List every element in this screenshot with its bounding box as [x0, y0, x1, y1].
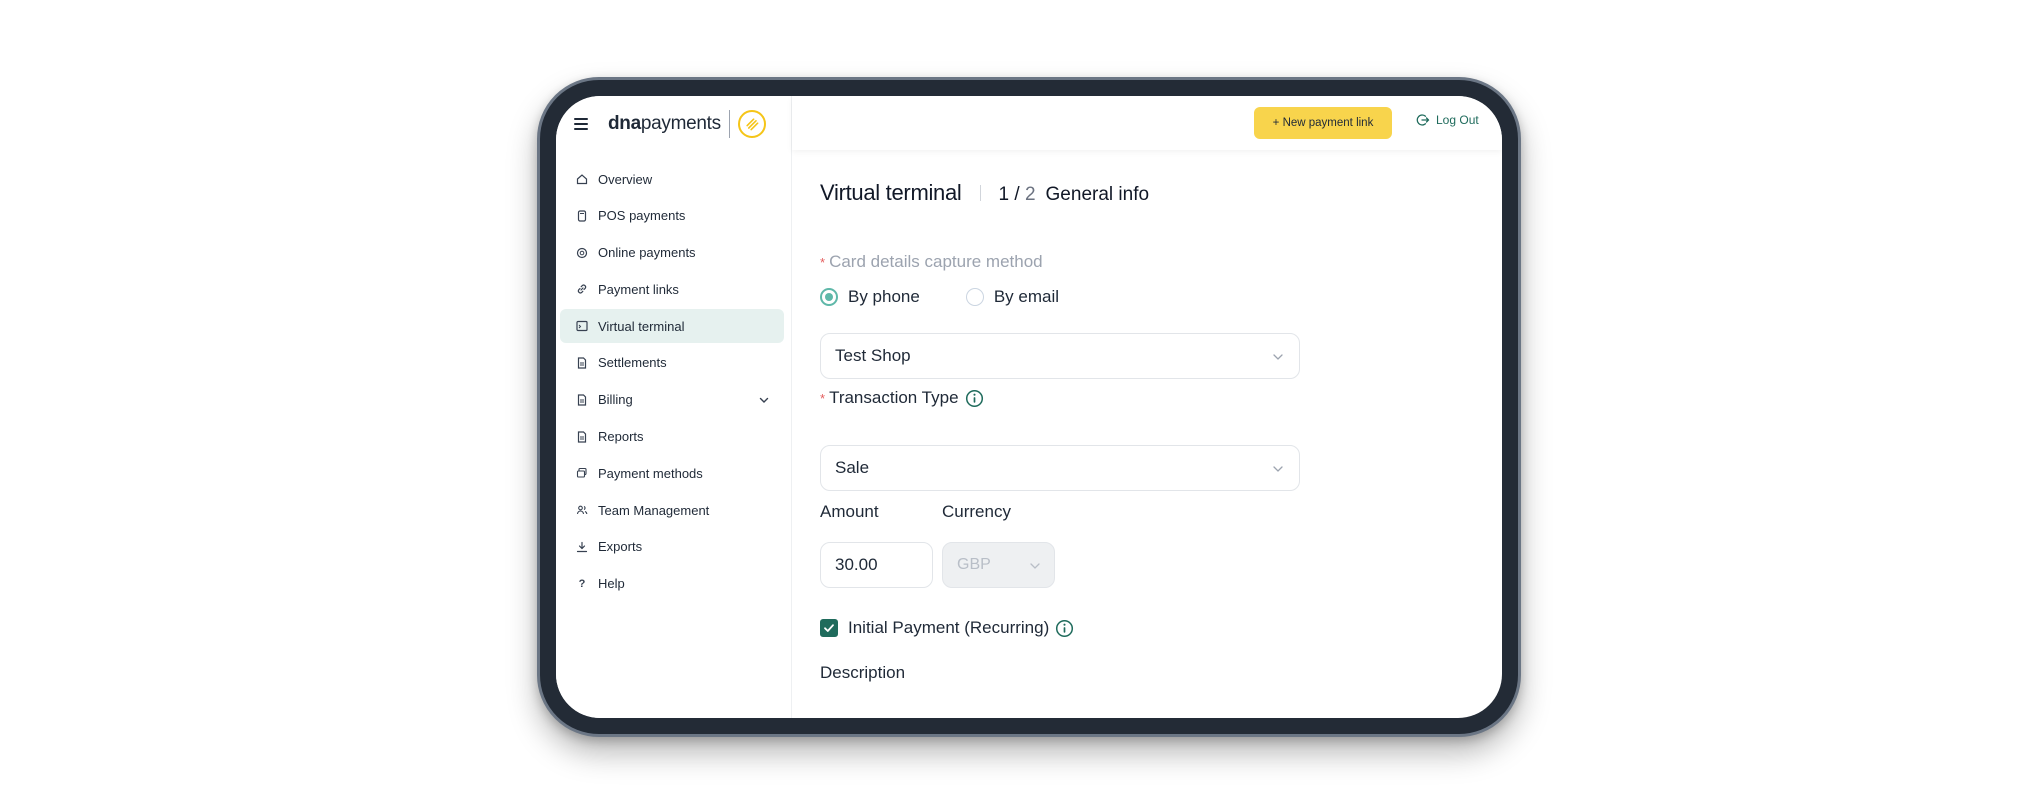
cards-icon: [576, 467, 588, 479]
link-icon: [576, 283, 588, 295]
initial-payment-checkbox[interactable]: [820, 619, 838, 637]
globe-icon: [576, 247, 588, 259]
brand-logo[interactable]: dnapayments: [608, 113, 721, 135]
amount-input[interactable]: [820, 542, 933, 588]
logout-icon: [1416, 114, 1430, 126]
transaction-type-value: Sale: [835, 458, 870, 477]
chevron-down-icon: [1273, 354, 1283, 360]
step-indicator: 1 / 2: [999, 184, 1036, 206]
sidebar-nav: Overview POS payments Online payments Pa…: [560, 162, 784, 604]
sidebar-item-virtual-terminal[interactable]: Virtual terminal: [560, 309, 784, 344]
sidebar-item-label: Virtual terminal: [598, 318, 685, 334]
team-icon: [576, 504, 588, 516]
currency-label: Currency: [942, 502, 1011, 521]
radio-by-email[interactable]: By email: [965, 287, 1060, 307]
sidebar-item-online-payments[interactable]: Online payments: [560, 236, 784, 270]
document-icon: [576, 394, 588, 406]
description-label: Description: [820, 663, 906, 682]
step-name: General info: [1045, 184, 1150, 205]
sidebar-item-label: Reports: [598, 429, 644, 445]
chevron-down-icon: [1273, 466, 1283, 472]
sidebar-item-label: Billing: [598, 392, 633, 408]
sidebar-item-label: POS payments: [598, 208, 686, 224]
sidebar-item-pos-payments[interactable]: POS payments: [560, 199, 784, 233]
document-icon: [576, 357, 588, 369]
radio-selected-icon[interactable]: [820, 288, 838, 306]
sidebar-item-label: Settlements: [598, 355, 667, 371]
sidebar-item-label: Overview: [598, 171, 653, 187]
sidebar-item-team-management[interactable]: Team Management: [560, 493, 784, 527]
capture-method-text: Card details capture method: [829, 252, 1043, 271]
sidebar-item-settlements[interactable]: Settlements: [560, 346, 784, 380]
logo-bold-text: dna: [608, 113, 641, 134]
amount-label: Amount: [820, 502, 879, 521]
info-icon[interactable]: [1055, 619, 1074, 638]
sidebar-item-billing[interactable]: Billing: [560, 383, 784, 417]
initial-payment-label: Initial Payment (Recurring): [848, 618, 1050, 637]
transaction-type-label: * Transaction Type: [820, 388, 984, 408]
sidebar-item-overview[interactable]: Overview: [560, 162, 784, 196]
logo-divider: [728, 110, 730, 138]
sidebar-item-label: Help: [598, 576, 625, 592]
shop-select[interactable]: Test Shop: [820, 333, 1300, 379]
new-payment-link-button[interactable]: + New payment link: [1254, 107, 1392, 139]
radio-by-email-label: By email: [993, 287, 1060, 306]
home-icon: [576, 173, 588, 185]
chevron-down-icon: [1030, 563, 1040, 569]
sidebar-item-payment-links[interactable]: Payment links: [560, 272, 784, 306]
sidebar-item-label: Team Management: [598, 502, 710, 518]
sidebar-item-label: Exports: [598, 539, 643, 555]
capture-method-label: * Card details capture method: [820, 252, 1043, 272]
chevron-down-icon[interactable]: [758, 394, 770, 406]
currency-select: GBP: [942, 542, 1055, 588]
document-icon: [576, 430, 588, 443]
sidebar-item-label: Payment links: [598, 281, 679, 297]
currency-select-value: GBP: [957, 556, 991, 573]
terminal-icon: [576, 320, 588, 332]
logout-link[interactable]: Log Out: [1416, 113, 1479, 127]
radio-unselected-icon[interactable]: [965, 288, 984, 306]
hamburger-menu-icon[interactable]: [574, 118, 588, 130]
pos-terminal-icon: [576, 210, 588, 222]
brand-bar: dnapayments: [574, 106, 766, 142]
sidebar: dnapayments Overview POS payments Online…: [556, 96, 792, 718]
sidebar-item-label: Payment methods: [598, 465, 703, 481]
transaction-type-text: Transaction Type: [829, 388, 959, 407]
required-star-icon: *: [820, 254, 826, 270]
app-screen: dnapayments Overview POS payments Online…: [556, 96, 1502, 718]
capture-method-radios: By phone By email: [820, 287, 1105, 307]
title-divider: [979, 185, 981, 201]
topbar: + New payment link Log Out: [792, 96, 1502, 150]
step-separator: /: [1009, 184, 1025, 205]
step-current: 1: [998, 184, 1010, 205]
device-frame: dnapayments Overview POS payments Online…: [537, 77, 1521, 737]
sidebar-item-label: Online payments: [598, 245, 696, 261]
download-icon: [576, 541, 588, 553]
sidebar-item-help[interactable]: ? Help: [560, 567, 784, 601]
sidebar-item-payment-methods[interactable]: Payment methods: [560, 456, 784, 490]
logout-label: Log Out: [1436, 113, 1479, 127]
transaction-type-select[interactable]: Sale: [820, 445, 1300, 491]
logo-regular-text: payments: [640, 113, 721, 134]
step-total: 2: [1024, 184, 1036, 205]
sidebar-item-reports[interactable]: Reports: [560, 420, 784, 454]
radio-by-phone-label: By phone: [848, 287, 920, 306]
brand-mark-icon: [737, 110, 766, 138]
radio-by-phone[interactable]: By phone: [820, 287, 920, 307]
page-title: Virtual terminal: [820, 180, 962, 205]
sidebar-item-exports[interactable]: Exports: [560, 530, 784, 564]
checkmark-icon: [824, 624, 834, 632]
info-icon[interactable]: [965, 389, 984, 408]
required-star-icon: *: [820, 390, 826, 406]
initial-payment-row: Initial Payment (Recurring): [820, 618, 1074, 638]
question-icon: ?: [578, 577, 586, 590]
title-row: Virtual terminal 1 / 2 General info: [820, 180, 1149, 206]
shop-select-value: Test Shop: [835, 346, 911, 365]
main-content: Virtual terminal 1 / 2 General info * Ca…: [792, 150, 1502, 718]
